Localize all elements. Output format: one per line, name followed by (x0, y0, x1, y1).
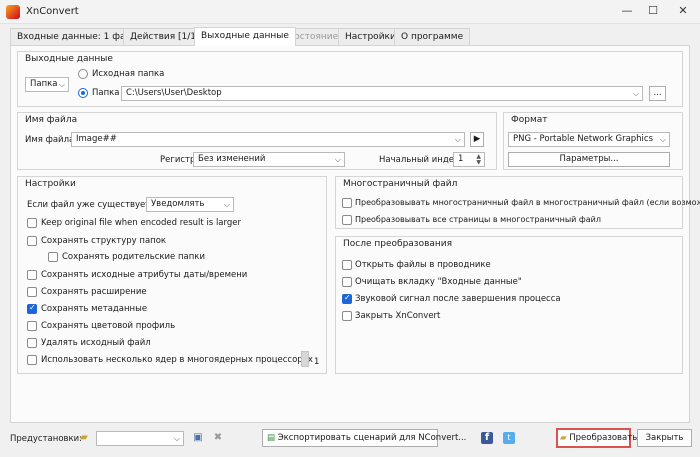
chevron-down-icon: ⌵ (173, 434, 180, 443)
after-clear-checkbox[interactable] (342, 277, 352, 287)
format-value: PNG - Portable Network Graphics (513, 134, 654, 144)
chevron-down-icon: ⌵ (454, 135, 461, 144)
convert-icon: ▰ (560, 433, 567, 443)
keep-datetime-checkbox[interactable] (27, 270, 37, 280)
case-label: Регистр (160, 155, 196, 165)
keep-original-label: Keep original file when encoded result i… (41, 218, 241, 228)
output-mode-select[interactable]: Папка ⌵ (25, 77, 69, 92)
start-index-value: 1 (458, 154, 464, 164)
after-open-label: Открыть файлы в проводнике (355, 260, 491, 270)
multipage-group-title: Многостраничный файл (343, 179, 458, 189)
close-window-button[interactable]: ✕ (672, 2, 694, 20)
output-path-combo[interactable]: C:\Users\User\Desktop ⌵ (121, 86, 643, 101)
folder-open-icon[interactable]: ▰ (78, 432, 90, 444)
chevron-down-icon: ⌵ (223, 200, 230, 209)
output-group-title: Выходные данные (25, 54, 113, 64)
multipage-opt2-label: Преобразовывать все страницы в многостра… (355, 215, 601, 224)
convert-button[interactable]: ▰ Преобразовать (556, 428, 637, 448)
script-icon: ▤ (267, 433, 276, 443)
keep-extension-label: Сохранять расширение (41, 287, 147, 297)
multicore-checkbox[interactable] (27, 355, 37, 365)
delete-icon[interactable]: ✖ (212, 432, 224, 444)
after-close-checkbox[interactable] (342, 311, 352, 321)
file-exists-value: Уведомлять (151, 199, 205, 209)
output-mode-value: Папка (30, 79, 58, 89)
convert-label: Преобразовать (569, 433, 638, 443)
radio-source-label: Исходная папка (92, 69, 165, 79)
facebook-icon[interactable]: f (481, 432, 493, 444)
keep-original-checkbox[interactable] (27, 218, 37, 228)
export-script-button[interactable]: ▤ Экспортировать сценарий для NConvert..… (262, 429, 466, 447)
title-bar: XnConvert — ☐ ✕ (0, 0, 700, 24)
keep-datetime-label: Сохранять исходные атрибуты даты/времени (41, 270, 248, 280)
after-close-label: Закрыть XnConvert (355, 311, 441, 321)
multipage-opt2-checkbox[interactable] (342, 215, 352, 225)
keep-profile-label: Сохранять цветовой профиль (41, 321, 176, 331)
case-value: Без изменений (198, 154, 266, 164)
file-exists-label: Если файл уже существует, то (27, 200, 166, 210)
spinner-icon: ▲ ▼ (476, 153, 481, 166)
after-group: После преобразования (335, 236, 683, 374)
keep-structure-checkbox[interactable] (27, 236, 37, 246)
keep-parent-checkbox[interactable] (48, 252, 58, 262)
save-icon[interactable]: ▣ (192, 432, 204, 444)
chevron-down-icon: ⌵ (632, 89, 639, 98)
cores-slider[interactable] (301, 351, 309, 367)
filename-value: Image## (76, 134, 117, 144)
keep-parent-label: Сохранять родительские папки (62, 252, 205, 262)
after-sound-checkbox[interactable] (342, 293, 352, 304)
after-sound-label: Звуковой сигнал после завершения процесс… (355, 294, 561, 304)
keep-profile-checkbox[interactable] (27, 321, 37, 331)
format-group-title: Формат (511, 115, 548, 125)
case-select[interactable]: Без изменений ⌵ (193, 152, 345, 167)
keep-metadata-checkbox[interactable] (27, 303, 37, 314)
filename-group-title: Имя файла (25, 115, 78, 125)
delete-source-label: Удалять исходный файл (41, 338, 151, 348)
radio-folder-label: Папка (92, 88, 120, 98)
keep-metadata-label: Сохранять метаданные (41, 304, 148, 314)
after-group-title: После преобразования (343, 239, 453, 249)
tab-output[interactable]: Выходные данные (194, 27, 296, 46)
keep-extension-checkbox[interactable] (27, 287, 37, 297)
browse-button[interactable]: ... (649, 86, 666, 101)
filename-menu-button[interactable]: ▶ (470, 132, 484, 147)
start-index-stepper[interactable]: 1 ▲ ▼ (453, 152, 485, 167)
cores-value: 1 (314, 357, 320, 367)
start-index-label: Начальный индекс (379, 155, 464, 165)
after-open-checkbox[interactable] (342, 260, 352, 270)
filename-input[interactable]: Image## ⌵ (71, 132, 465, 147)
multipage-opt1-label: Преобразовывать многостраничный файл в м… (355, 198, 700, 207)
play-icon: ▶ (473, 134, 481, 144)
chevron-down-icon: ⌵ (58, 80, 65, 89)
close-button[interactable]: Закрыть (637, 429, 692, 447)
keep-structure-label: Сохранять структуру папок (41, 236, 167, 246)
file-exists-select[interactable]: Уведомлять ⌵ (146, 197, 234, 212)
presets-label: Предустановки: (10, 434, 83, 444)
app-logo-icon (6, 5, 20, 19)
multicore-label: Использовать несколько ядер в многоядерн… (41, 355, 313, 365)
twitter-icon[interactable]: t (503, 432, 515, 444)
window-title: XnConvert (26, 6, 79, 17)
multipage-opt1-checkbox[interactable] (342, 198, 352, 208)
minimize-button[interactable]: — (616, 2, 638, 20)
presets-select[interactable]: ⌵ (96, 431, 184, 446)
format-params-button[interactable]: Параметры... (508, 152, 670, 167)
settings-group-title: Настройки (25, 179, 76, 189)
radio-source-folder[interactable] (78, 69, 88, 79)
chevron-down-icon: ⌵ (334, 155, 341, 164)
output-path-value: C:\Users\User\Desktop (126, 88, 222, 98)
export-script-label: Экспортировать сценарий для NConvert... (277, 433, 467, 443)
format-select[interactable]: PNG - Portable Network Graphics ⌵ (508, 132, 670, 147)
chevron-down-icon: ⌵ (659, 135, 666, 144)
radio-folder[interactable] (78, 88, 88, 98)
filename-label: Имя файла (25, 135, 75, 145)
maximize-button[interactable]: ☐ (642, 2, 664, 20)
delete-source-checkbox[interactable] (27, 338, 37, 348)
after-clear-label: Очищать вкладку "Входные данные" (355, 277, 522, 287)
tab-about[interactable]: О программе (394, 28, 471, 45)
